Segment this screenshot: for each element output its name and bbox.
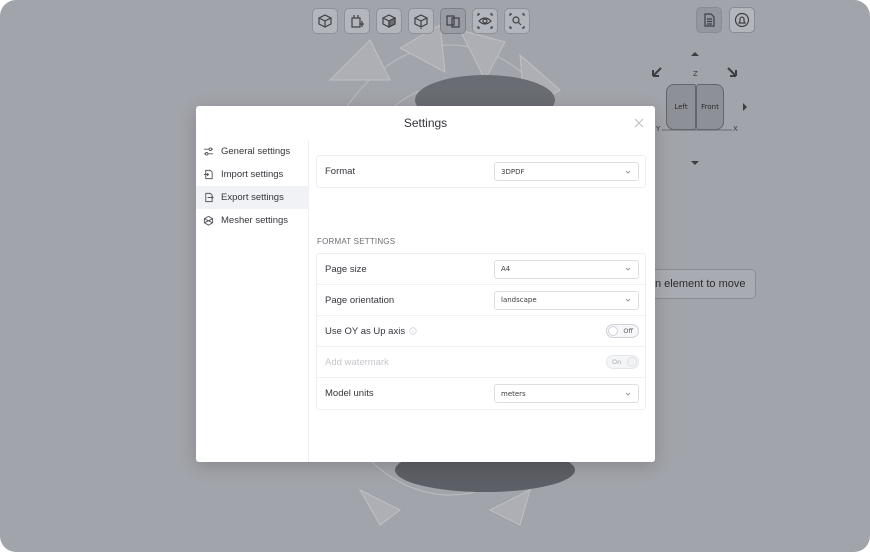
box-icon[interactable] — [312, 8, 338, 34]
chevron-down-icon — [625, 298, 631, 302]
chevron-down-icon — [625, 170, 631, 174]
section-title: FORMAT SETTINGS — [317, 237, 396, 246]
page-orientation-select[interactable]: landscape — [494, 290, 639, 310]
chevron-down-icon — [625, 392, 631, 396]
cube-face-front[interactable]: Front — [696, 84, 724, 130]
page-orientation-row: Page orientation landscape — [317, 285, 645, 316]
sidebar-item-label: Mesher settings — [221, 215, 289, 226]
use-oy-toggle[interactable]: Off — [606, 324, 639, 338]
model-units-label: Model units — [325, 388, 374, 399]
import-icon — [203, 169, 213, 180]
sidebar-item-general[interactable]: General settings — [196, 140, 308, 163]
app-window: Z X Y Left Front n element to move Setti… — [0, 0, 870, 552]
close-icon[interactable] — [633, 117, 645, 129]
toggle-knob — [627, 357, 637, 367]
format-panel: Format 3DPDF — [316, 155, 646, 188]
sidebar-item-label: Export settings — [221, 192, 284, 203]
use-oy-row: Use OY as Up axis Off — [317, 316, 645, 347]
box-solid-icon[interactable] — [376, 8, 402, 34]
view-cube[interactable]: Z X Y Left Front — [648, 50, 758, 170]
page-orientation-label: Page orientation — [325, 294, 395, 306]
axis-x-label: X — [733, 125, 738, 133]
page-size-select[interactable]: A4 — [494, 259, 639, 279]
axis-y-label: Y — [656, 125, 661, 133]
export-icon — [205, 192, 214, 203]
right-tools — [696, 7, 755, 33]
sidebar-item-label: General settings — [221, 146, 291, 157]
chevron-down-icon — [625, 267, 631, 271]
format-label: Format — [325, 166, 356, 177]
watermark-label: Add watermark — [325, 356, 389, 368]
watermark-row: Add watermark On — [317, 347, 645, 378]
page-size-row: Page size A4 — [317, 254, 645, 285]
bell-icon[interactable] — [729, 7, 755, 33]
viewer-toolbar — [312, 8, 530, 34]
info-icon[interactable] — [409, 327, 417, 335]
dialog-header: Settings — [196, 106, 655, 140]
settings-dialog: Settings General settings Import setting… — [196, 106, 655, 462]
watermark-toggle: On — [606, 355, 639, 369]
move-hint-tooltip: n element to move — [642, 269, 756, 299]
model-units-select[interactable]: meters — [494, 384, 639, 403]
layers-icon[interactable] — [440, 8, 466, 34]
settings-sidebar: General settings Import settings Export … — [196, 140, 309, 462]
axis-z-label: Z — [693, 70, 698, 78]
page-size-label: Page size — [325, 263, 367, 275]
toggle-knob — [608, 326, 618, 336]
sliders-icon — [203, 147, 214, 156]
model-units-row: Model units meters — [317, 378, 645, 409]
format-select[interactable]: 3DPDF — [494, 162, 639, 181]
dialog-title: Settings — [403, 116, 448, 130]
mesh-icon — [203, 215, 214, 226]
zoom-fit-icon[interactable] — [504, 8, 530, 34]
sidebar-item-label: Import settings — [221, 169, 284, 180]
format-row: Format 3DPDF — [317, 156, 645, 187]
box-section-icon[interactable] — [408, 8, 434, 34]
format-settings-panel: Page size A4 Page orientation landscape — [316, 253, 646, 410]
sidebar-item-export[interactable]: Export settings — [196, 186, 308, 209]
cube-face-left[interactable]: Left — [666, 84, 696, 130]
document-icon[interactable] — [696, 7, 722, 33]
box-add-icon[interactable] — [344, 8, 370, 34]
sidebar-item-import[interactable]: Import settings — [196, 163, 308, 186]
use-oy-label: Use OY as Up axis — [325, 326, 417, 337]
sidebar-item-mesher[interactable]: Mesher settings — [196, 209, 308, 232]
settings-content: Format 3DPDF FORMAT SETTINGS Page size A… — [309, 140, 655, 462]
view-icon[interactable] — [472, 8, 498, 34]
